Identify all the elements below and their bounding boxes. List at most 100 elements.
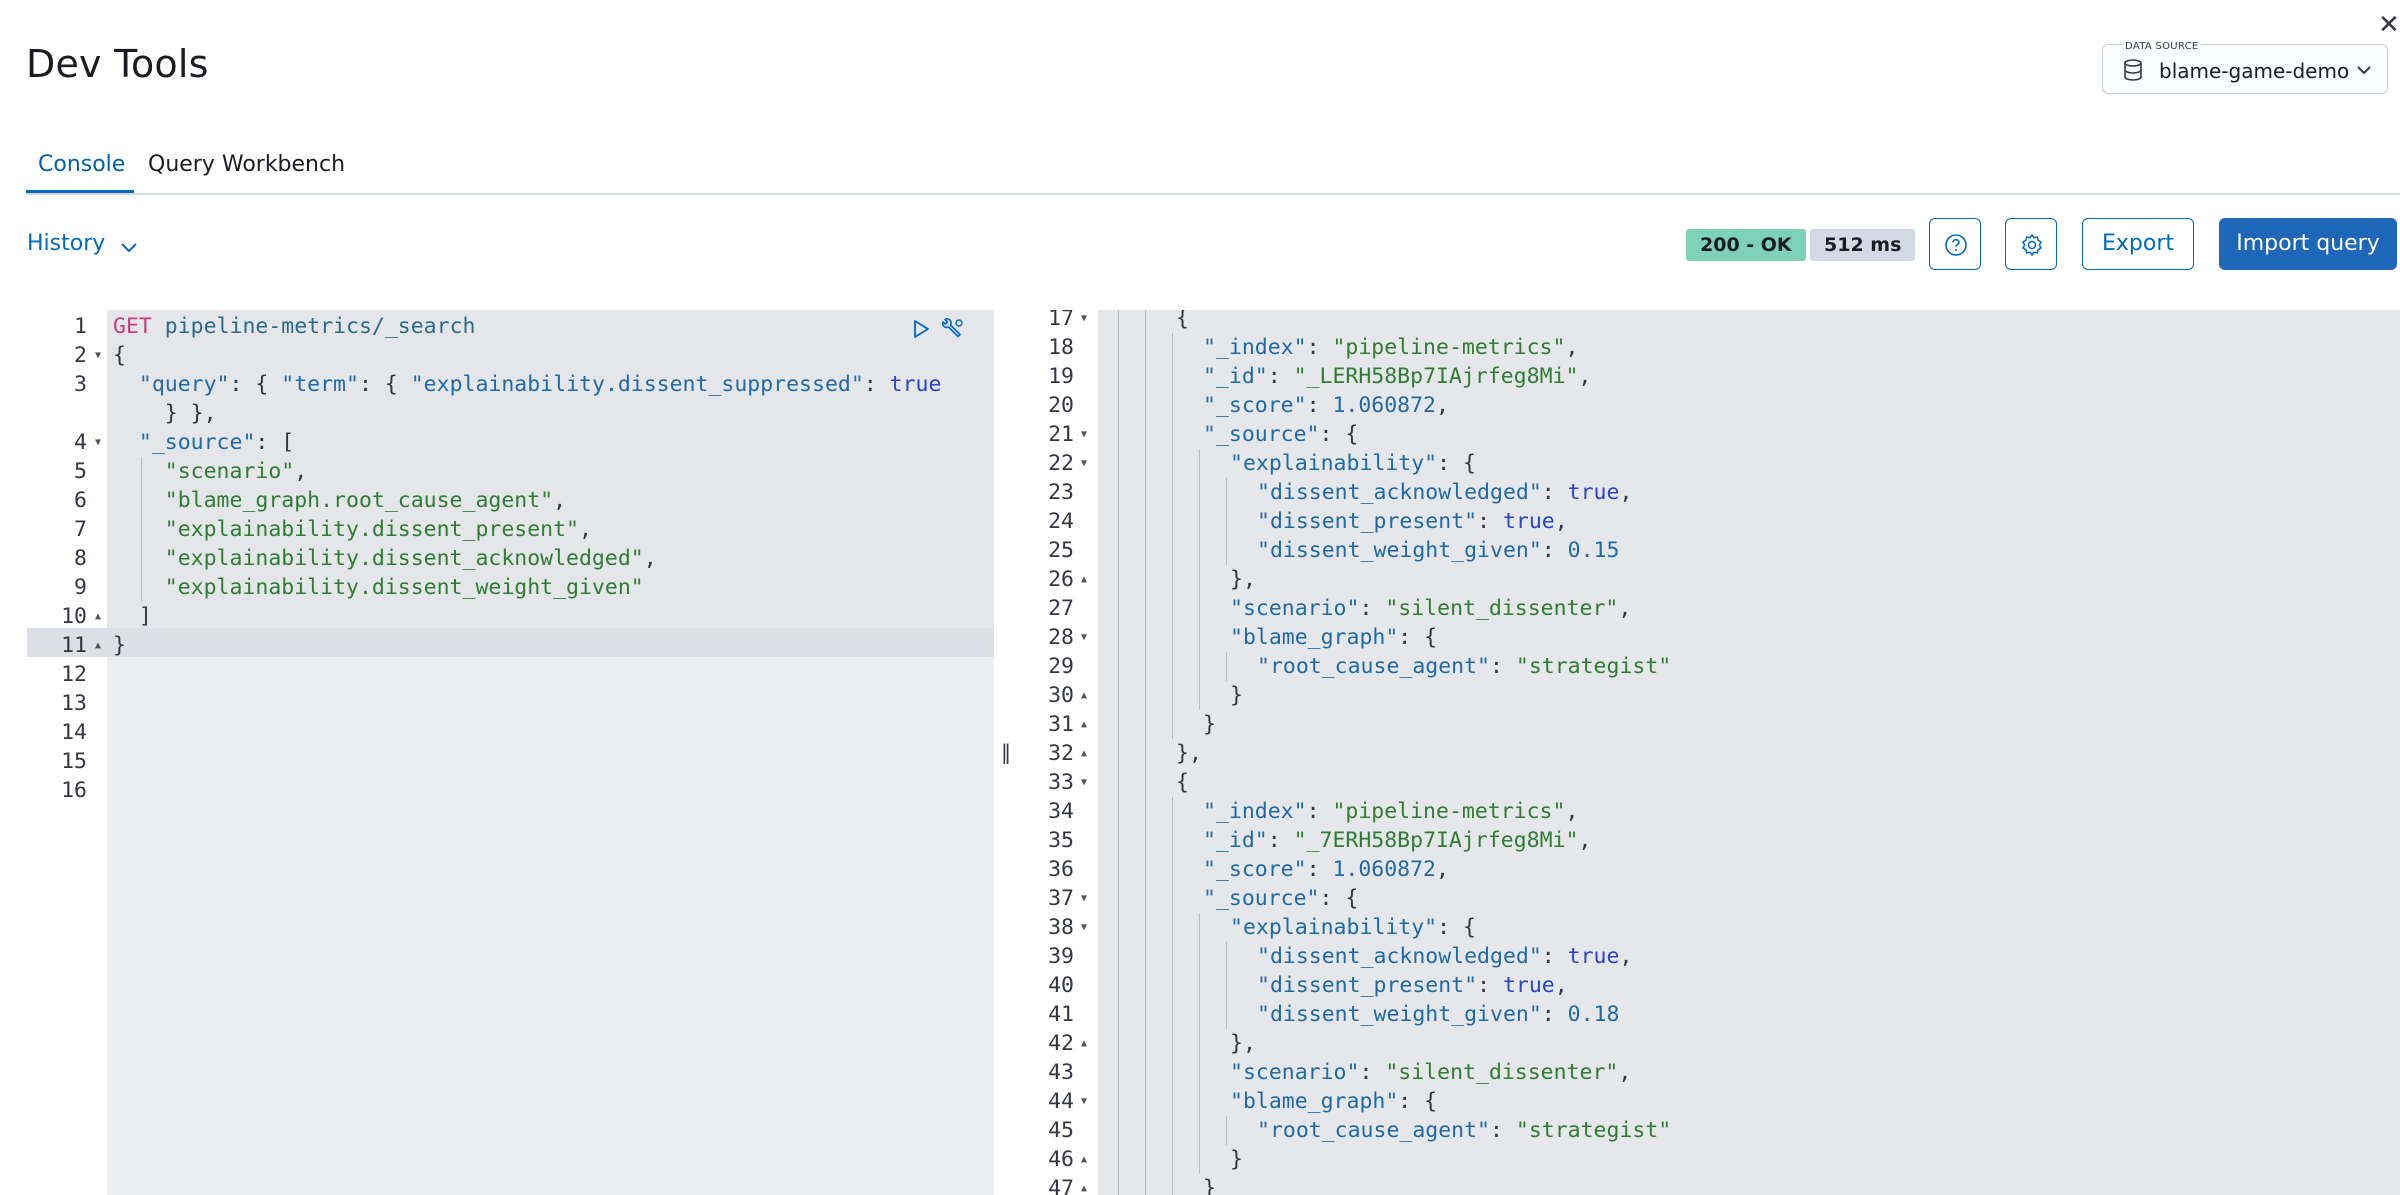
indent-guide — [1118, 1145, 1119, 1174]
code-line: "blame_graph.root_cause_agent", — [113, 486, 566, 515]
indent-guide — [1118, 594, 1119, 623]
indent-guide — [1118, 681, 1119, 710]
fold-toggle-icon[interactable]: ▼ — [1081, 884, 1087, 913]
indent-guide — [1118, 1058, 1119, 1087]
fold-toggle-icon[interactable]: ▼ — [1081, 310, 1087, 333]
fold-toggle-icon[interactable]: ▼ — [1081, 768, 1087, 797]
tab-console[interactable]: Console — [38, 152, 125, 191]
fold-toggle-icon[interactable]: ▲ — [1081, 1145, 1087, 1174]
indent-guide — [1118, 1000, 1119, 1029]
fold-toggle-icon[interactable]: ▼ — [1081, 420, 1087, 449]
code-token: : { — [1398, 1089, 1438, 1114]
indent-guide — [1145, 971, 1146, 1000]
indent-guide — [1199, 1145, 1200, 1174]
indent-guide — [1145, 1145, 1146, 1174]
code-token: : { — [1437, 915, 1476, 940]
indent-guide — [1172, 1058, 1173, 1087]
code-token: } }, — [113, 401, 217, 426]
fold-toggle-icon[interactable]: ▲ — [95, 631, 101, 660]
indent-guide — [1118, 623, 1119, 652]
active-line-highlight — [27, 628, 994, 657]
code-token: "dissent_present" — [1257, 973, 1478, 998]
indent-guide — [1145, 420, 1146, 449]
resize-handle-icon[interactable]: ‖ — [1001, 740, 1011, 764]
tab-bar: Console Query Workbench — [26, 140, 2400, 195]
code-token: }, — [1230, 567, 1256, 592]
chevron-down-icon[interactable] — [118, 236, 140, 258]
indent-guide — [1145, 594, 1146, 623]
indent-guide — [1199, 942, 1200, 971]
indent-guide — [1118, 826, 1119, 855]
code-line: "dissent_weight_given": 0.15 — [1257, 536, 1619, 565]
indent-guide — [1118, 652, 1119, 681]
fold-toggle-icon[interactable]: ▲ — [1081, 710, 1087, 739]
line-number: 33 — [1048, 770, 1074, 795]
code-token: : — [1490, 654, 1516, 679]
indent-guide — [1118, 391, 1119, 420]
line-number: 27 — [1048, 596, 1074, 621]
code-token: 1.060872 — [1332, 857, 1437, 882]
fold-toggle-icon[interactable]: ▲ — [1081, 565, 1087, 594]
fold-toggle-icon[interactable]: ▼ — [1081, 913, 1087, 942]
fold-toggle-icon[interactable]: ▲ — [1081, 1174, 1087, 1195]
data-source-selector[interactable]: DATA SOURCE blame-game-demo — [2102, 41, 2388, 94]
code-line: "_source": [ — [113, 428, 294, 457]
code-line: "_index": "pipeline-metrics", — [1203, 333, 1578, 362]
code-line: } — [113, 631, 126, 660]
indent-guide — [1172, 942, 1173, 971]
line-number: 1 — [74, 314, 87, 339]
indent-guide — [1145, 507, 1146, 536]
indent-guide — [1145, 623, 1146, 652]
fold-toggle-icon[interactable]: ▲ — [95, 602, 101, 631]
fold-toggle-icon[interactable]: ▼ — [1081, 1087, 1087, 1116]
wrench-icon[interactable] — [939, 316, 965, 342]
chevron-down-icon — [2357, 66, 2371, 75]
indent-guide — [1118, 855, 1119, 884]
code-token: "explainability.dissent_weight_given" — [164, 575, 644, 600]
code-line: { — [1176, 768, 1189, 797]
line-number: 3 — [74, 372, 87, 397]
code-token: : — [1477, 973, 1503, 998]
request-editor[interactable]: 1 2 3 4 ▼ 5 6 7 8 9 10 ▲ 11 ▲ 12 13 14 15 16 ▼ GET pipeline-… — [27, 310, 994, 1195]
close-icon[interactable]: ✕ — [2378, 10, 2400, 40]
fold-toggle-icon[interactable]: ▼ — [95, 428, 101, 457]
indent-guide — [1199, 1116, 1200, 1145]
import-query-button[interactable]: Import query — [2219, 218, 2397, 270]
fold-toggle-icon[interactable]: ▲ — [1081, 681, 1087, 710]
line-number: 39 — [1048, 944, 1074, 969]
indent-guide — [1118, 1087, 1119, 1116]
export-button[interactable]: Export — [2082, 218, 2194, 270]
fold-toggle-icon[interactable]: ▲ — [1081, 1029, 1087, 1058]
indent-guide — [1145, 826, 1146, 855]
code-line: "dissent_acknowledged": true, — [1257, 942, 1632, 971]
code-token: : — [1490, 1118, 1516, 1143]
code-line: "scenario": "silent_dissenter", — [1230, 1058, 1631, 1087]
fold-toggle-icon[interactable]: ▼ — [95, 341, 101, 370]
line-number: 28 — [1048, 625, 1074, 650]
indent-guide — [1199, 971, 1200, 1000]
indent-guide — [1118, 1174, 1119, 1195]
code-token: , — [1565, 799, 1579, 824]
help-button[interactable] — [1929, 218, 1981, 270]
fold-toggle-icon[interactable]: ▲ — [1081, 739, 1087, 768]
code-token: , — [1619, 944, 1633, 969]
code-token: : { — [358, 372, 411, 397]
tab-query-workbench[interactable]: Query Workbench — [148, 152, 345, 191]
line-number: 13 — [61, 691, 87, 716]
indent-guide — [1199, 565, 1200, 594]
indent-guide — [1172, 1145, 1173, 1174]
fold-toggle-icon[interactable]: ▼ — [1081, 449, 1087, 478]
fold-toggle-icon[interactable]: ▼ — [1081, 623, 1087, 652]
code-token: : — [1267, 364, 1294, 389]
indent-guide — [1118, 507, 1119, 536]
code-token: "scenario" — [1230, 1060, 1360, 1085]
code-token: "_index" — [1203, 799, 1307, 824]
history-button[interactable]: History — [27, 231, 105, 256]
code-token: ] — [113, 604, 152, 629]
indent-guide — [141, 457, 142, 602]
line-number: 45 — [1048, 1118, 1074, 1143]
play-icon[interactable] — [911, 318, 931, 340]
settings-button[interactable] — [2005, 218, 2057, 270]
response-editor[interactable]: 17 ▼ {18 "_index": "pipeline-metrics", 19 "_i… — [1018, 310, 2400, 1195]
